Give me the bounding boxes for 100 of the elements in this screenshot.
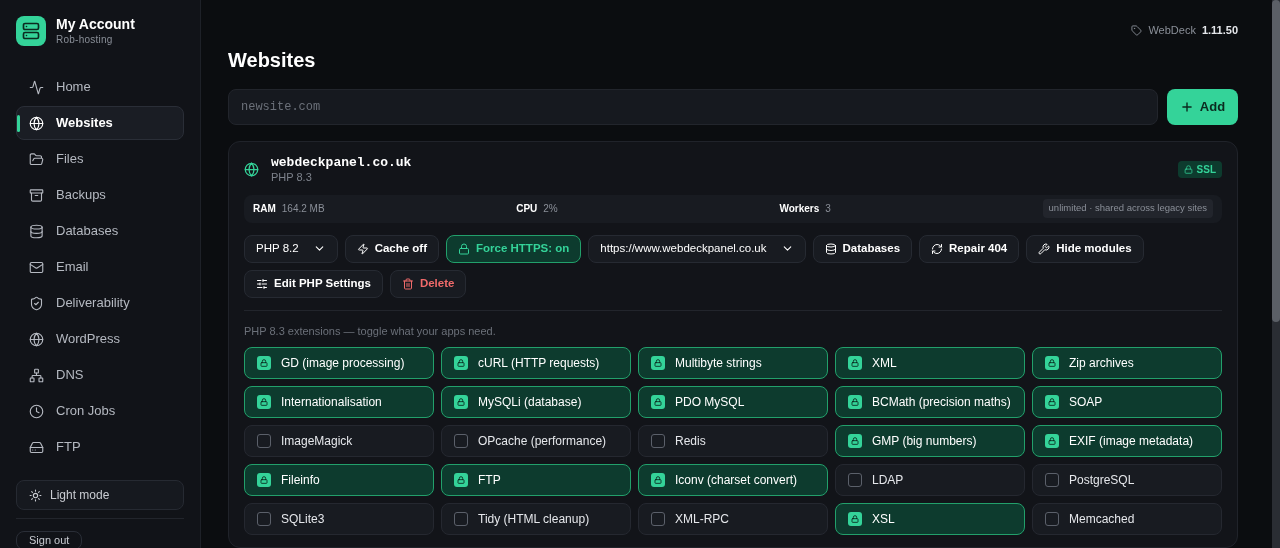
extension-toggle[interactable]: XML — [835, 347, 1025, 379]
folder-icon — [29, 151, 44, 167]
checkbox-checked[interactable] — [651, 395, 665, 409]
extension-toggle[interactable]: XSL — [835, 503, 1025, 535]
trash-icon — [401, 277, 414, 290]
checkbox[interactable] — [1045, 473, 1059, 487]
wrench-icon — [1038, 242, 1051, 255]
extension-toggle[interactable]: Internationalisation — [244, 386, 434, 418]
sign-out-button[interactable]: Sign out — [16, 531, 83, 548]
checkbox-checked[interactable] — [454, 395, 468, 409]
product-name: WebDeck — [1148, 23, 1196, 38]
server-icon — [16, 16, 46, 46]
stat-value: 164.2 MB — [281, 202, 325, 216]
mail-icon — [29, 259, 44, 275]
shield-icon — [29, 295, 44, 311]
checkbox-checked[interactable] — [651, 473, 665, 487]
action-button[interactable]: Hide modules — [1026, 234, 1144, 263]
sidebar-item[interactable]: Backups — [16, 178, 184, 212]
extension-toggle[interactable]: XML-RPC — [638, 503, 828, 535]
sidebar-item[interactable]: WordPress — [16, 322, 184, 356]
checkbox-checked[interactable] — [1045, 434, 1059, 448]
sidebar-item[interactable]: Databases — [16, 214, 184, 248]
sidebar-item[interactable]: Websites — [16, 106, 184, 140]
stat-label: RAM — [253, 202, 276, 216]
checkbox[interactable] — [454, 512, 468, 526]
sliders-icon — [256, 277, 268, 290]
scrollbar[interactable] — [1272, 0, 1280, 548]
sidebar-item[interactable]: FTP — [16, 430, 184, 464]
extension-toggle[interactable]: GD (image processing) — [244, 347, 434, 379]
sun-icon — [29, 488, 42, 502]
checkbox-checked[interactable] — [848, 356, 862, 370]
dropdown[interactable]: https://www.webdeckpanel.co.uk — [588, 234, 806, 263]
checkbox[interactable] — [257, 512, 271, 526]
activity-icon — [29, 79, 44, 95]
sidebar-item[interactable]: Home — [16, 70, 184, 104]
checkbox-checked[interactable] — [1045, 395, 1059, 409]
extension-toggle[interactable]: Multibyte strings — [638, 347, 828, 379]
checkbox-checked[interactable] — [257, 473, 271, 487]
extension-toggle[interactable]: PDO MySQL — [638, 386, 828, 418]
action-button[interactable]: Force HTTPS: on — [446, 234, 582, 263]
extension-toggle[interactable]: FTP — [441, 464, 631, 496]
checkbox[interactable] — [651, 434, 665, 448]
account-subtitle: Rob-hosting — [56, 33, 114, 46]
extension-toggle[interactable]: SOAP — [1032, 386, 1222, 418]
extension-toggle[interactable]: ImageMagick — [244, 425, 434, 457]
checkbox[interactable] — [257, 434, 271, 448]
extension-toggle[interactable]: PostgreSQL — [1032, 464, 1222, 496]
action-button[interactable]: Databases — [812, 234, 913, 263]
active-indicator — [17, 115, 20, 132]
extension-toggle[interactable]: Iconv (charset convert) — [638, 464, 828, 496]
checkbox-checked[interactable] — [848, 434, 862, 448]
checkbox[interactable] — [454, 434, 468, 448]
extension-toggle[interactable]: BCMath (precision maths) — [835, 386, 1025, 418]
action-button[interactable]: Edit PHP Settings — [244, 269, 383, 298]
theme-toggle-button[interactable]: Light mode — [16, 480, 184, 510]
action-button[interactable]: Repair 404 — [919, 234, 1020, 263]
extension-toggle[interactable]: Fileinfo — [244, 464, 434, 496]
extension-toggle[interactable]: EXIF (image metadata) — [1032, 425, 1222, 457]
tag-icon — [1131, 24, 1143, 36]
extension-toggle[interactable]: Redis — [638, 425, 828, 457]
extension-toggle[interactable]: cURL (HTTP requests) — [441, 347, 631, 379]
extensions-note: PHP 8.3 extensions — toggle what your apps need. — [244, 323, 497, 339]
plus-icon — [1179, 99, 1194, 114]
network-icon — [29, 367, 44, 383]
action-button[interactable]: Delete — [389, 269, 467, 298]
account-title: My Account — [56, 16, 135, 34]
sidebar-item[interactable]: Cron Jobs — [16, 394, 184, 428]
checkbox-checked[interactable] — [848, 512, 862, 526]
new-site-field[interactable]: newsite.com — [228, 88, 1158, 125]
sidebar-item[interactable]: Email — [16, 250, 184, 284]
extension-toggle[interactable]: Zip archives — [1032, 347, 1222, 379]
checkbox-checked[interactable] — [651, 356, 665, 370]
extension-toggle[interactable]: Tidy (HTML cleanup) — [441, 503, 631, 535]
globe-icon — [29, 115, 44, 131]
extension-toggle[interactable]: Memcached — [1032, 503, 1222, 535]
checkbox-checked[interactable] — [1045, 356, 1059, 370]
checkbox-checked[interactable] — [454, 473, 468, 487]
checkbox[interactable] — [651, 512, 665, 526]
sidebar-item[interactable]: DNS — [16, 358, 184, 392]
extension-toggle[interactable]: MySQLi (database) — [441, 386, 631, 418]
sidebar-item[interactable]: Deliverability — [16, 286, 184, 320]
extension-toggle[interactable]: OPcache (performance) — [441, 425, 631, 457]
action-button[interactable]: Cache off — [344, 234, 440, 263]
checkbox-checked[interactable] — [848, 395, 862, 409]
sidebar-item[interactable]: Files — [16, 142, 184, 176]
extension-toggle[interactable]: SQLite3 — [244, 503, 434, 535]
checkbox[interactable] — [848, 473, 862, 487]
database-icon — [824, 242, 837, 255]
checkbox-checked[interactable] — [454, 356, 468, 370]
extension-toggle[interactable]: GMP (big numbers) — [835, 425, 1025, 457]
version-number: 1.11.50 — [1201, 23, 1238, 38]
add-button[interactable]: Add — [1167, 88, 1238, 125]
checkbox-checked[interactable] — [257, 395, 271, 409]
stat-label: CPU — [516, 202, 538, 216]
lightning-icon — [356, 242, 369, 255]
checkbox-checked[interactable] — [257, 356, 271, 370]
page-title: Websites — [228, 47, 317, 73]
extension-toggle[interactable]: LDAP — [835, 464, 1025, 496]
checkbox[interactable] — [1045, 512, 1059, 526]
dropdown[interactable]: PHP 8.2 — [244, 234, 338, 263]
